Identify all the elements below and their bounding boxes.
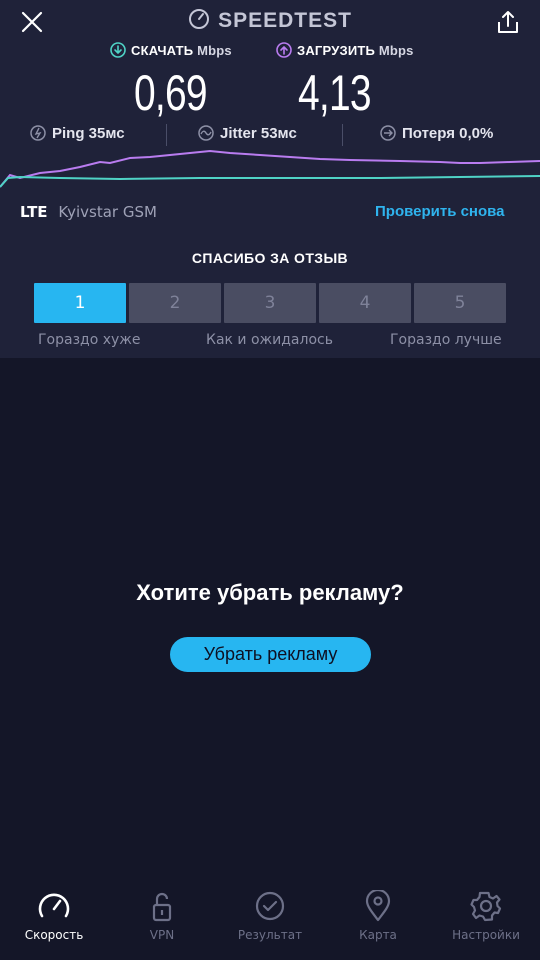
tab-speed[interactable]: Скорость <box>0 890 108 942</box>
divider <box>166 124 167 146</box>
results-panel: SPEEDTEST СКАЧАТЬ Mbps ЗАГРУЗИТЬ Mbps 0,… <box>0 0 540 358</box>
speed-graph <box>0 149 540 188</box>
app-title: SPEEDTEST <box>0 8 540 33</box>
packet-loss-icon <box>380 125 396 141</box>
scale-mid-label: Как и ожидалось <box>206 332 333 348</box>
gear-icon <box>470 891 502 922</box>
upload-label: ЗАГРУЗИТЬ Mbps <box>276 42 414 58</box>
rating-2-button[interactable]: 2 <box>129 283 221 323</box>
download-unit: Mbps <box>197 43 232 58</box>
rating-4-button[interactable]: 4 <box>319 283 411 323</box>
jitter-value: 53мс <box>260 125 297 142</box>
upload-graph-line <box>0 149 540 188</box>
jitter-icon <box>198 125 214 141</box>
download-speed-value: 0,69 <box>134 65 208 121</box>
upload-unit: Mbps <box>378 43 414 58</box>
test-again-link[interactable]: Проверить снова <box>375 203 505 220</box>
map-pin-icon <box>365 890 391 922</box>
download-label-text: СКАЧАТЬ <box>131 43 194 58</box>
gauge-icon <box>38 893 70 918</box>
speedometer-icon <box>189 9 210 29</box>
check-circle-icon <box>255 891 285 921</box>
remove-ads-question: Хотите убрать рекламу? <box>136 580 404 605</box>
share-button[interactable] <box>490 4 526 40</box>
ping-icon <box>30 125 46 141</box>
rating-3-button[interactable]: 3 <box>224 283 316 323</box>
rating-1-button[interactable]: 1 <box>34 283 126 323</box>
tab-settings-label: Настройки <box>452 928 520 942</box>
tab-vpn-label: VPN <box>149 928 175 942</box>
remove-ads-button[interactable]: Убрать рекламу <box>170 637 371 672</box>
divider <box>342 124 343 146</box>
ping-stat: Ping 35мс <box>30 125 125 142</box>
upload-arrow-icon <box>276 42 292 58</box>
tab-map-label: Карта <box>359 928 397 942</box>
scale-low-label: Гораздо хуже <box>38 332 141 348</box>
tab-vpn[interactable]: VPN <box>108 890 216 942</box>
download-graph-line <box>0 175 540 188</box>
packet-loss-label: Потеря <box>402 125 455 142</box>
scale-high-label: Гораздо лучше <box>390 332 502 348</box>
brand-text: SPEEDTEST <box>218 9 352 32</box>
ping-label: Ping <box>52 125 85 142</box>
tab-results[interactable]: Результат <box>216 890 324 942</box>
tab-speed-label: Скорость <box>24 928 84 942</box>
packet-loss-value: 0,0% <box>459 125 494 142</box>
share-icon <box>498 11 518 33</box>
network-info: LTE Kyivstar GSM <box>20 203 157 221</box>
feedback-title: СПАСИБО ЗА ОТЗЫВ <box>191 250 349 266</box>
download-label: СКАЧАТЬ Mbps <box>110 42 232 58</box>
ping-value: 35мс <box>88 125 125 142</box>
unlock-icon <box>152 892 172 922</box>
upload-label-text: ЗАГРУЗИТЬ <box>297 43 376 58</box>
tab-settings[interactable]: Настройки <box>432 890 540 942</box>
packet-loss-stat: Потеря 0,0% <box>380 125 493 142</box>
tab-results-label: Результат <box>237 928 303 942</box>
connection-type: LTE <box>20 203 48 221</box>
operator-name: Kyivstar GSM <box>58 203 157 221</box>
rating-5-button[interactable]: 5 <box>414 283 506 323</box>
download-arrow-icon <box>110 42 126 58</box>
jitter-label: Jitter <box>220 125 257 142</box>
tab-map[interactable]: Карта <box>324 890 432 942</box>
upload-speed-value: 4,13 <box>298 65 372 121</box>
jitter-stat: Jitter 53мс <box>198 125 297 142</box>
